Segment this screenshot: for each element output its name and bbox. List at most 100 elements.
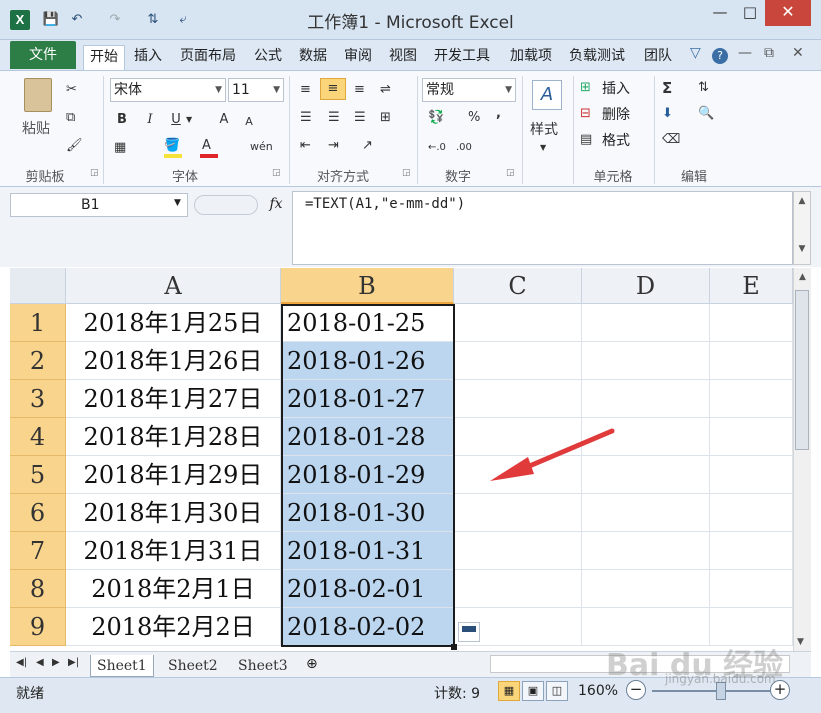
formula-bar-scroll[interactable]: ▲ ▼ — [793, 191, 811, 265]
cell-d1[interactable] — [582, 304, 710, 342]
copy-icon[interactable]: ⧉ — [66, 108, 75, 130]
underline-button[interactable]: U — [168, 110, 184, 132]
row-header[interactable]: 8 — [10, 570, 66, 608]
border-icon[interactable]: ▦ — [114, 138, 126, 160]
decrease-indent-icon[interactable]: ⇤ — [300, 136, 311, 158]
cell-d6[interactable] — [582, 494, 710, 532]
grow-font-button[interactable]: A — [216, 110, 232, 132]
tab-developer[interactable]: 开发工具 — [428, 45, 496, 70]
cell-e7[interactable] — [710, 532, 793, 570]
auto-fill-options-icon[interactable] — [458, 622, 480, 642]
minimize-ribbon-icon[interactable]: ▽ — [690, 45, 701, 61]
cell-d8[interactable] — [582, 570, 710, 608]
vertical-scroll-thumb[interactable] — [795, 290, 809, 450]
cell-c5[interactable] — [454, 456, 582, 494]
delete-cells-button[interactable]: 删除 — [602, 104, 630, 124]
tab-home[interactable]: 开始 — [83, 45, 125, 71]
cell-a6[interactable]: 2018年1月30日 — [66, 494, 281, 532]
row-header[interactable]: 4 — [10, 418, 66, 456]
align-top-icon[interactable]: ≡ — [300, 80, 311, 102]
increase-decimal-button[interactable]: ←.0 — [428, 138, 446, 160]
cell-d4[interactable] — [582, 418, 710, 456]
ribbon-minimize-button[interactable]: — — [738, 45, 752, 61]
cut-icon[interactable]: ✂ — [66, 80, 77, 102]
insert-function-button[interactable]: fx — [262, 193, 290, 217]
column-header-c[interactable]: C — [454, 268, 582, 304]
merge-center-icon[interactable]: ⊞ — [380, 108, 391, 130]
row-header[interactable]: 7 — [10, 532, 66, 570]
shrink-font-button[interactable]: A — [242, 112, 256, 134]
align-left-icon[interactable]: ☰ — [300, 108, 312, 130]
currency-icon[interactable]: 💱 — [428, 108, 444, 130]
fill-icon[interactable]: ⬇ — [662, 104, 673, 126]
row-header[interactable]: 1 — [10, 304, 66, 342]
fill-handle[interactable] — [451, 644, 457, 650]
chevron-up-icon[interactable]: ▲ — [794, 196, 810, 206]
paste-icon[interactable] — [24, 78, 52, 112]
zoom-slider-track[interactable] — [652, 690, 772, 692]
cell-e1[interactable] — [710, 304, 793, 342]
cell-c2[interactable] — [454, 342, 582, 380]
fill-color-icon[interactable]: 🪣 — [164, 136, 180, 158]
cell-c4[interactable] — [454, 418, 582, 456]
cell-c1[interactable] — [454, 304, 582, 342]
ribbon-restore-button[interactable]: ⧉ — [764, 45, 774, 61]
styles-dropdown-icon[interactable]: ▼ — [540, 138, 546, 160]
cell-e4[interactable] — [710, 418, 793, 456]
bold-button[interactable]: B — [114, 110, 130, 132]
tab-formulas[interactable]: 公式 — [248, 45, 288, 70]
tab-insert[interactable]: 插入 — [128, 45, 168, 70]
row-header[interactable]: 2 — [10, 342, 66, 380]
cell-a8[interactable]: 2018年2月1日 — [66, 570, 281, 608]
row-header[interactable]: 5 — [10, 456, 66, 494]
cell-a2[interactable]: 2018年1月26日 — [66, 342, 281, 380]
row-header[interactable]: 6 — [10, 494, 66, 532]
cell-a9[interactable]: 2018年2月2日 — [66, 608, 281, 646]
tab-file[interactable]: 文件 — [10, 41, 76, 69]
sheet-tab-sheet1[interactable]: Sheet1 — [90, 655, 154, 677]
phonetic-button[interactable]: wén — [250, 137, 273, 159]
page-layout-view-button[interactable]: ▣ — [522, 681, 544, 701]
underline-dropdown-icon[interactable]: ▼ — [186, 110, 192, 132]
select-all-corner[interactable] — [10, 268, 66, 304]
customize-qat-icon[interactable]: ⤶ — [172, 10, 194, 30]
last-sheet-icon[interactable]: ▶| — [68, 657, 79, 668]
cell-c7[interactable] — [454, 532, 582, 570]
close-button[interactable]: ✕ — [765, 0, 811, 26]
formula-bar-splitter[interactable] — [194, 195, 258, 215]
formula-input[interactable]: =TEXT(A1,"e-mm-dd") — [292, 191, 793, 265]
sort-filter-icon[interactable]: ⇅ — [698, 78, 709, 100]
cell-a3[interactable]: 2018年1月27日 — [66, 380, 281, 418]
clipboard-launcher-icon[interactable]: ◲ — [90, 168, 99, 178]
styles-icon[interactable]: A — [532, 80, 562, 110]
tab-view[interactable]: 视图 — [383, 45, 423, 70]
tab-data[interactable]: 数据 — [293, 45, 333, 70]
help-icon[interactable]: ? — [712, 48, 728, 64]
undo-icon[interactable]: ↶ — [66, 10, 88, 30]
styles-button[interactable]: 样式 — [530, 119, 558, 139]
italic-button[interactable]: I — [142, 110, 158, 132]
font-launcher-icon[interactable]: ◲ — [272, 168, 281, 178]
cell-e6[interactable] — [710, 494, 793, 532]
find-select-icon[interactable]: 🔍 — [698, 104, 714, 126]
column-header-e[interactable]: E — [710, 268, 793, 304]
delete-cells-icon[interactable]: ⊟ — [580, 104, 591, 126]
cell-e3[interactable] — [710, 380, 793, 418]
prev-sheet-icon[interactable]: ◀ — [36, 657, 44, 668]
cell-d3[interactable] — [582, 380, 710, 418]
save-icon[interactable]: 💾 — [40, 10, 62, 30]
tab-review[interactable]: 审阅 — [338, 45, 378, 70]
column-header-d[interactable]: D — [582, 268, 710, 304]
font-name-combo[interactable]: 宋体 ▼ — [110, 78, 226, 102]
align-center-icon[interactable]: ☰ — [328, 108, 340, 130]
cell-e8[interactable] — [710, 570, 793, 608]
next-sheet-icon[interactable]: ▶ — [52, 657, 60, 668]
font-size-combo[interactable]: 11 ▼ — [228, 78, 284, 102]
sheet-tab-sheet3[interactable]: Sheet3 — [232, 655, 294, 677]
minimize-button[interactable]: — — [705, 0, 735, 26]
row-header[interactable]: 9 — [10, 608, 66, 646]
alignment-launcher-icon[interactable]: ◲ — [402, 168, 411, 178]
cell-c3[interactable] — [454, 380, 582, 418]
cell-d5[interactable] — [582, 456, 710, 494]
cell-a4[interactable]: 2018年1月28日 — [66, 418, 281, 456]
